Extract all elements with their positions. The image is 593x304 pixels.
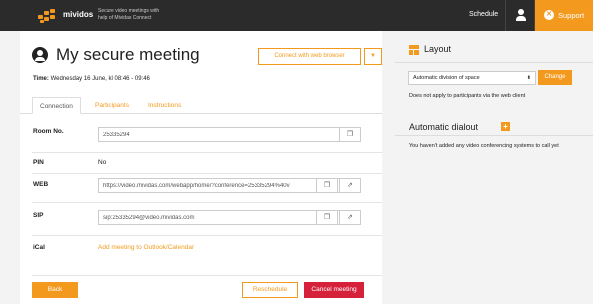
copy-icon: ❐ [346, 131, 354, 138]
dialout-heading: Automatic dialout [409, 122, 479, 132]
copy-icon: ❐ [323, 182, 331, 189]
open-sip-button[interactable]: ⇗ [339, 210, 361, 225]
brand-name[interactable]: mividos [63, 10, 93, 19]
meeting-time: Time: Wednesday 16 June, kl 08:46 - 09:4… [33, 76, 150, 82]
layout-note: Does not apply to participants via the w… [409, 93, 526, 99]
support-lifering-icon: ✕ [544, 10, 554, 20]
change-layout-button[interactable]: Change [538, 70, 572, 85]
copy-icon: ❐ [323, 214, 331, 221]
add-dialout-button[interactable]: + [501, 122, 510, 131]
tab-connection[interactable]: Connection [32, 97, 81, 114]
open-web-button[interactable]: ⇗ [339, 178, 361, 193]
meeting-tabs: Connection Participants Instructions [20, 97, 382, 114]
connect-web-browser-button[interactable]: Connect with web browser [258, 48, 361, 65]
web-label: WEB [33, 181, 49, 188]
ical-label: iCal [33, 244, 45, 251]
web-link-field: ❐ ⇗ [98, 178, 361, 193]
tab-instructions[interactable]: Instructions [141, 97, 188, 114]
sip-address-input[interactable] [99, 211, 311, 224]
divider [32, 173, 382, 174]
dialout-note: You haven't added any video conferencing… [409, 143, 559, 149]
pin-label: PIN [33, 159, 44, 166]
reschedule-button[interactable]: Reschedule [242, 282, 298, 298]
user-circle-icon [32, 47, 48, 63]
mividos-logo-icon[interactable] [38, 9, 58, 23]
divider [32, 202, 382, 203]
external-link-icon: ⇗ [347, 182, 353, 189]
divider [32, 152, 382, 153]
room-number-label: Room No. [33, 128, 64, 135]
connect-options-dropdown[interactable]: ▼ [364, 48, 382, 65]
divider [32, 275, 382, 276]
schedule-nav-link[interactable]: Schedule [469, 11, 498, 18]
room-number-input[interactable] [99, 128, 333, 141]
divider [395, 62, 593, 63]
pin-value: No [98, 159, 107, 166]
top-navbar: mividos Secure video meetings with help … [0, 0, 593, 31]
tab-participants[interactable]: Participants [88, 97, 136, 114]
copy-room-button[interactable]: ❐ [339, 127, 361, 142]
sip-label: SIP [33, 212, 44, 219]
divider [395, 135, 593, 136]
layout-select[interactable]: Automatic division of space ⬍ [408, 71, 536, 85]
copy-web-button[interactable]: ❐ [316, 178, 338, 193]
sip-address-field: ❐ ⇗ [98, 210, 361, 225]
brand-tagline: Secure video meetings with help of Mivid… [98, 8, 160, 21]
copy-sip-button[interactable]: ❐ [316, 210, 338, 225]
layout-heading: Layout [424, 44, 452, 54]
select-arrows-icon: ⬍ [526, 75, 531, 81]
add-to-calendar-link[interactable]: Add meeting to Outlook/Calendar [98, 244, 194, 251]
caret-down-icon: ▼ [370, 53, 376, 59]
divider [32, 235, 382, 236]
settings-sidebar: Layout Automatic division of space ⬍ Cha… [395, 31, 593, 304]
cancel-meeting-button[interactable]: Cancel meeting [304, 282, 364, 298]
web-link-input[interactable] [99, 179, 311, 192]
room-number-field: ❐ [98, 127, 361, 142]
support-button[interactable]: ✕ Support [535, 0, 593, 31]
plus-icon: + [503, 122, 508, 131]
user-menu-button[interactable] [505, 0, 535, 31]
layout-grid-icon [409, 45, 419, 55]
page-title: My secure meeting [56, 45, 200, 64]
layout-selected-value: Automatic division of space [413, 75, 480, 81]
meeting-panel: My secure meeting Connect with web brows… [20, 31, 382, 304]
external-link-icon: ⇗ [347, 214, 353, 221]
time-label: Time: [33, 76, 49, 82]
time-value: Wednesday 16 June, kl 08:46 - 09:46 [50, 76, 150, 82]
back-button[interactable]: Back [32, 282, 78, 298]
support-label: Support [558, 11, 585, 20]
